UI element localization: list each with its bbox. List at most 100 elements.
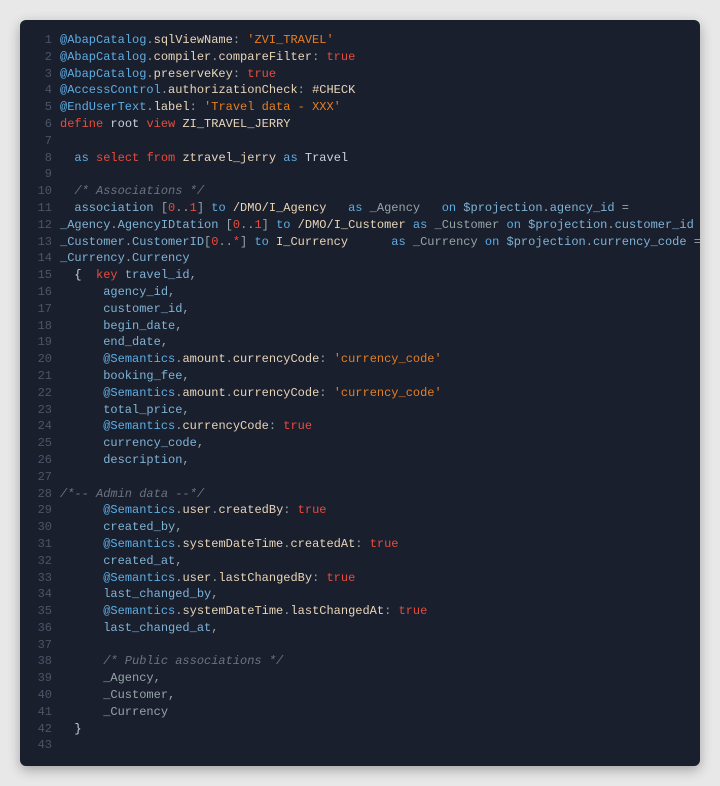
- code-line: 32 created_at,: [20, 553, 700, 570]
- code-line: 35 @Semantics.systemDateTime.lastChanged…: [20, 603, 700, 620]
- line-number: 10: [20, 183, 60, 200]
- code-content: description,: [60, 452, 190, 469]
- code-line: 23 total_price,: [20, 402, 700, 419]
- line-number: 1: [20, 32, 60, 49]
- line-number: 41: [20, 704, 60, 721]
- line-number: 9: [20, 166, 60, 183]
- code-line: 7: [20, 133, 700, 150]
- code-line: 38 /* Public associations */: [20, 653, 700, 670]
- code-line: 12_Agency.AgencyIDtation [0..1] to /DMO/…: [20, 217, 700, 234]
- code-line: 10 /* Associations */: [20, 183, 700, 200]
- code-content: currency_code,: [60, 435, 204, 452]
- line-number: 28: [20, 486, 60, 503]
- code-line: 28/*-- Admin data --*/: [20, 486, 700, 503]
- code-editor[interactable]: 1@AbapCatalog.sqlViewName: 'ZVI_TRAVEL'2…: [20, 20, 700, 766]
- code-content: @AbapCatalog.preserveKey: true: [60, 66, 276, 83]
- line-number: 6: [20, 116, 60, 133]
- code-content: _Customer.CustomerID[0..*] to I_Currency…: [60, 234, 700, 251]
- code-content: customer_id,: [60, 301, 190, 318]
- code-content: @EndUserText.label: 'Travel data - XXX': [60, 99, 341, 116]
- line-number: 29: [20, 502, 60, 519]
- line-number: 22: [20, 385, 60, 402]
- code-content: @Semantics.user.lastChangedBy: true: [60, 570, 355, 587]
- code-container: 1@AbapCatalog.sqlViewName: 'ZVI_TRAVEL'2…: [20, 32, 700, 754]
- line-number: 12: [20, 217, 60, 234]
- code-line: 2@AbapCatalog.compiler.compareFilter: tr…: [20, 49, 700, 66]
- line-number: 43: [20, 737, 60, 754]
- code-line: 43: [20, 737, 700, 754]
- code-line: 25 currency_code,: [20, 435, 700, 452]
- line-number: 42: [20, 721, 60, 738]
- line-number: 4: [20, 82, 60, 99]
- line-number: 13: [20, 234, 60, 251]
- code-line: 6define root view ZI_TRAVEL_JERRY: [20, 116, 700, 133]
- code-content: @Semantics.user.createdBy: true: [60, 502, 326, 519]
- code-line: 8 as select from ztravel_jerry as Travel: [20, 150, 700, 167]
- code-content: }: [60, 721, 82, 738]
- line-number: 34: [20, 586, 60, 603]
- code-content: @AccessControl.authorizationCheck: #CHEC…: [60, 82, 355, 99]
- code-content: end_date,: [60, 334, 168, 351]
- code-content: _Customer,: [60, 687, 175, 704]
- code-line: 26 description,: [20, 452, 700, 469]
- line-number: 7: [20, 133, 60, 150]
- line-number: 18: [20, 318, 60, 335]
- code-line: 42 }: [20, 721, 700, 738]
- code-line: 30 created_by,: [20, 519, 700, 536]
- line-number: 39: [20, 670, 60, 687]
- code-line: 17 customer_id,: [20, 301, 700, 318]
- line-number: 8: [20, 150, 60, 167]
- code-content: @Semantics.amount.currencyCode: 'currenc…: [60, 351, 442, 368]
- line-number: 5: [20, 99, 60, 116]
- code-content: begin_date,: [60, 318, 182, 335]
- code-content: @Semantics.systemDateTime.createdAt: tru…: [60, 536, 399, 553]
- code-line: 40 _Customer,: [20, 687, 700, 704]
- line-number: 30: [20, 519, 60, 536]
- code-content: define root view ZI_TRAVEL_JERRY: [60, 116, 290, 133]
- line-number: 21: [20, 368, 60, 385]
- code-content: last_changed_by,: [60, 586, 218, 603]
- code-content: _Currency: [60, 704, 168, 721]
- line-number: 20: [20, 351, 60, 368]
- line-number: 11: [20, 200, 60, 217]
- code-line: 4@AccessControl.authorizationCheck: #CHE…: [20, 82, 700, 99]
- line-number: 32: [20, 553, 60, 570]
- line-number: 27: [20, 469, 60, 486]
- code-line: 19 end_date,: [20, 334, 700, 351]
- code-content: @Semantics.currencyCode: true: [60, 418, 312, 435]
- code-content: _Agency,: [60, 670, 161, 687]
- code-line: 29 @Semantics.user.createdBy: true: [20, 502, 700, 519]
- code-line: 14_Currency.Currency: [20, 250, 700, 267]
- code-content: created_by,: [60, 519, 182, 536]
- code-content: @Semantics.systemDateTime.lastChangedAt:…: [60, 603, 427, 620]
- code-content: _Currency.Currency: [60, 250, 190, 267]
- code-content: created_at,: [60, 553, 182, 570]
- code-content: /*-- Admin data --*/: [60, 486, 204, 503]
- code-line: 39 _Agency,: [20, 670, 700, 687]
- code-content: _Agency.AgencyIDtation [0..1] to /DMO/I_…: [60, 217, 700, 234]
- line-number: 37: [20, 637, 60, 654]
- code-line: 22 @Semantics.amount.currencyCode: 'curr…: [20, 385, 700, 402]
- code-line: 1@AbapCatalog.sqlViewName: 'ZVI_TRAVEL': [20, 32, 700, 49]
- line-number: 15: [20, 267, 60, 284]
- code-content: { key travel_id,: [60, 267, 197, 284]
- line-number: 38: [20, 653, 60, 670]
- code-line: 34 last_changed_by,: [20, 586, 700, 603]
- code-line: 13_Customer.CustomerID[0..*] to I_Curren…: [20, 234, 700, 251]
- code-line: 36 last_changed_at,: [20, 620, 700, 637]
- code-line: 3@AbapCatalog.preserveKey: true: [20, 66, 700, 83]
- line-number: 40: [20, 687, 60, 704]
- code-line: 5@EndUserText.label: 'Travel data - XXX': [20, 99, 700, 116]
- code-content: booking_fee,: [60, 368, 190, 385]
- line-number: 19: [20, 334, 60, 351]
- code-content: as select from ztravel_jerry as Travel: [60, 150, 348, 167]
- line-number: 33: [20, 570, 60, 587]
- code-content: /* Public associations */: [60, 653, 283, 670]
- code-line: 33 @Semantics.user.lastChangedBy: true: [20, 570, 700, 587]
- code-line: 37: [20, 637, 700, 654]
- code-line: 41 _Currency: [20, 704, 700, 721]
- code-line: 20 @Semantics.amount.currencyCode: 'curr…: [20, 351, 700, 368]
- code-content: total_price,: [60, 402, 190, 419]
- line-number: 26: [20, 452, 60, 469]
- line-number: 31: [20, 536, 60, 553]
